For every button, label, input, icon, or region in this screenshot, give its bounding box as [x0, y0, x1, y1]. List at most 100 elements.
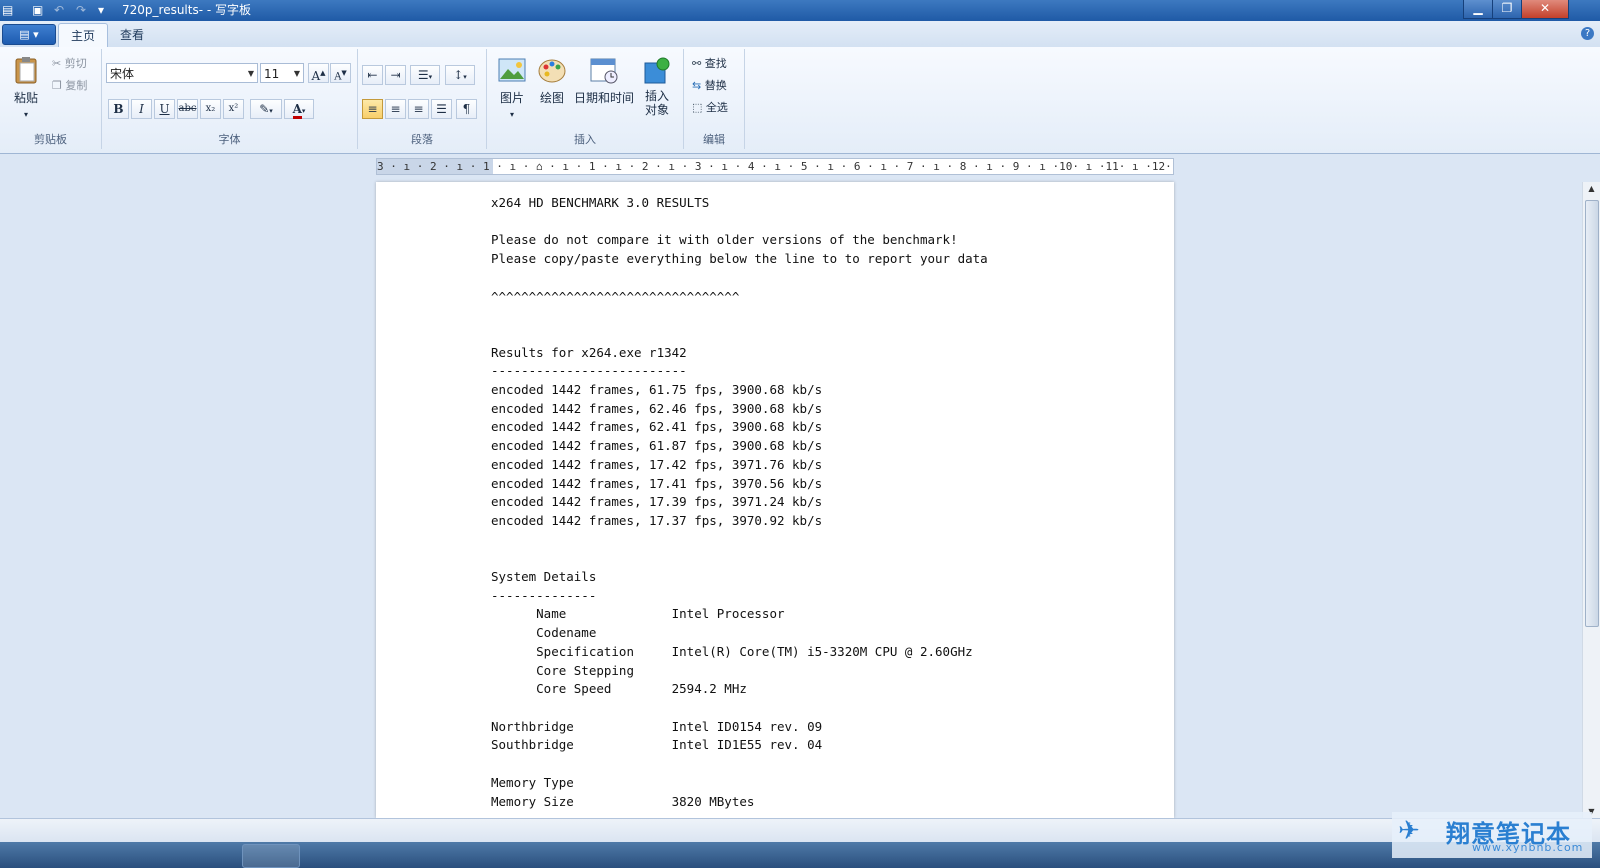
- app-icon[interactable]: ▤: [2, 2, 13, 19]
- align-left-button[interactable]: ≡: [362, 99, 383, 119]
- app-menu-button[interactable]: ▤ ▾: [2, 24, 56, 45]
- font-family-select[interactable]: 宋体 ▼: [106, 63, 258, 83]
- paste-label: 粘贴: [13, 91, 38, 105]
- scroll-up-icon[interactable]: ▲: [1583, 184, 1600, 193]
- help-icon[interactable]: ?: [1581, 27, 1594, 40]
- strikethrough-button[interactable]: abc: [177, 99, 198, 119]
- taskbar: [0, 842, 1600, 868]
- cut-label: 剪切: [64, 57, 87, 70]
- superscript-button[interactable]: x²: [223, 99, 244, 119]
- find-button[interactable]: ⚯ 查找: [692, 55, 727, 73]
- tab-home[interactable]: 主页: [58, 23, 109, 48]
- font-family-value: 宋体: [110, 67, 135, 81]
- insert-picture-button[interactable]: 图片 ▾: [493, 55, 531, 120]
- select-all-icon: ⬚: [692, 101, 703, 114]
- paragraph-group: ⇤ ⇥ ☰▾ ↕▾ ≡ ≡ ≡ ☰ ¶ 段落: [358, 49, 487, 149]
- save-icon[interactable]: ▣: [32, 2, 43, 19]
- align-left-icon: ≡: [367, 102, 378, 116]
- bird-logo-icon: ✈: [1398, 816, 1421, 846]
- watermark-logo: ✈ 翔意笔记本 www.xynbnb.com: [1392, 812, 1592, 858]
- justify-icon: ☰: [436, 102, 447, 116]
- minimize-button[interactable]: ▁: [1463, 0, 1493, 19]
- insert-date-time-button[interactable]: 日期和时间: [573, 55, 635, 106]
- paste-button[interactable]: 粘贴 ▾: [8, 55, 44, 120]
- align-right-icon: ≡: [413, 102, 424, 116]
- editing-group-label: 编辑: [703, 133, 725, 146]
- list-bullets-icon: ☰: [417, 68, 429, 82]
- paragraph-icon: ¶: [462, 102, 471, 116]
- font-size-select[interactable]: 11 ▼: [260, 63, 304, 83]
- paragraph-group-label: 段落: [411, 133, 433, 146]
- ribbon-tabs: ▤ ▾ 主页 查看 ?: [0, 21, 1600, 48]
- chevron-down-icon: ▼: [293, 69, 300, 78]
- insert-group: 图片 ▾ 绘图 日期和时间 插入对象 插入: [487, 49, 684, 149]
- editing-group: ⚯ 查找 ⇆ 替换 ⬚ 全选 编辑: [684, 49, 745, 149]
- paragraph-settings-button[interactable]: ¶: [456, 99, 477, 119]
- close-button[interactable]: ✕: [1521, 0, 1569, 19]
- text-color-button[interactable]: A▾: [284, 99, 314, 119]
- underline-button[interactable]: U: [154, 99, 175, 119]
- clipboard-icon: [15, 57, 37, 84]
- grow-font-button[interactable]: A▲: [308, 63, 329, 83]
- document-text[interactable]: x264 HD BENCHMARK 3.0 RESULTS Please do …: [491, 194, 1033, 818]
- insert-object-icon: [644, 57, 670, 84]
- ribbon: 粘贴 ▾ ✂ 剪切 ❐ 复制 剪贴板 宋体 ▼ 11 ▼ A▲ A▼ B I U ab…: [0, 47, 1600, 154]
- align-center-icon: ≡: [390, 102, 401, 116]
- select-all-label: 全选: [705, 101, 728, 114]
- font-group: 宋体 ▼ 11 ▼ A▲ A▼ B I U abc x₂ x² ✎▾ A▾ 字体: [102, 49, 358, 149]
- paint-label: 绘图: [539, 91, 564, 105]
- object-label: 插入对象: [644, 89, 669, 117]
- cut-button[interactable]: ✂ 剪切: [52, 55, 87, 73]
- select-all-button[interactable]: ⬚ 全选: [692, 99, 728, 117]
- vertical-scrollbar[interactable]: ▲ ▼: [1582, 182, 1600, 818]
- calendar-clock-icon: [590, 58, 618, 84]
- taskbar-wordpad-item[interactable]: [242, 844, 300, 868]
- copy-label: 复制: [65, 79, 88, 92]
- find-label: 查找: [704, 57, 727, 70]
- scroll-thumb[interactable]: [1585, 200, 1599, 627]
- replace-label: 替换: [704, 79, 727, 92]
- window-title: 720p_results- - 写字板: [122, 3, 252, 17]
- indent-icon: ⇥: [390, 68, 401, 82]
- shrink-font-button[interactable]: A▼: [330, 63, 351, 83]
- replace-icon: ⇆: [692, 79, 702, 92]
- insert-paint-drawing-button[interactable]: 绘图: [533, 55, 571, 106]
- font-group-label: 字体: [218, 133, 241, 146]
- align-right-button[interactable]: ≡: [408, 99, 429, 119]
- subscript-button[interactable]: x₂: [200, 99, 221, 119]
- bullet-list-button[interactable]: ☰▾: [410, 65, 440, 85]
- tab-view[interactable]: 查看: [108, 23, 156, 47]
- customize-quick-access-icon[interactable]: ▾: [98, 2, 104, 19]
- outdent-icon: ⇤: [367, 68, 378, 82]
- document-page[interactable]: x264 HD BENCHMARK 3.0 RESULTS Please do …: [376, 182, 1174, 818]
- increase-indent-button[interactable]: ⇥: [385, 65, 406, 85]
- bold-button[interactable]: B: [108, 99, 129, 119]
- line-spacing-button[interactable]: ↕▾: [445, 65, 475, 85]
- title-bar: ▤ ▣ ↶ ↷ ▾ 720p_results- - 写字板 ▁ ❐ ✕: [0, 0, 1600, 21]
- font-size-value: 11: [264, 67, 280, 81]
- decrease-indent-button[interactable]: ⇤: [362, 65, 383, 85]
- undo-icon[interactable]: ↶: [54, 2, 64, 19]
- picture-label: 图片: [499, 91, 524, 105]
- scissors-icon: ✂: [52, 57, 62, 70]
- redo-icon[interactable]: ↷: [76, 2, 86, 19]
- align-center-button[interactable]: ≡: [385, 99, 406, 119]
- ruler[interactable]: 3 · ı · 2 · ı · 1 · ı · ⌂ · ı · 1 · ı · …: [376, 158, 1174, 175]
- highlighter-icon: ✎: [259, 102, 270, 116]
- copy-button[interactable]: ❐ 复制: [52, 77, 87, 95]
- copy-icon: ❐: [52, 79, 62, 92]
- highlight-color-button[interactable]: ✎▾: [250, 99, 282, 119]
- ruler-scale: 3 · ı · 2 · ı · 1 · ı · ⌂ · ı · 1 · ı · …: [377, 160, 1172, 173]
- justify-button[interactable]: ☰: [431, 99, 452, 119]
- date-time-label: 日期和时间: [573, 91, 634, 105]
- status-bar: [0, 818, 1600, 843]
- insert-object-button[interactable]: 插入对象: [639, 55, 675, 117]
- replace-button[interactable]: ⇆ 替换: [692, 77, 727, 95]
- clipboard-group: 粘贴 ▾ ✂ 剪切 ❐ 复制 剪贴板: [0, 49, 102, 149]
- italic-button[interactable]: I: [131, 99, 152, 119]
- picture-icon: [498, 58, 526, 82]
- binoculars-icon: ⚯: [692, 57, 702, 70]
- chevron-down-icon: ▼: [247, 69, 254, 78]
- clipboard-group-label: 剪贴板: [34, 133, 67, 146]
- restore-button[interactable]: ❐: [1492, 0, 1522, 19]
